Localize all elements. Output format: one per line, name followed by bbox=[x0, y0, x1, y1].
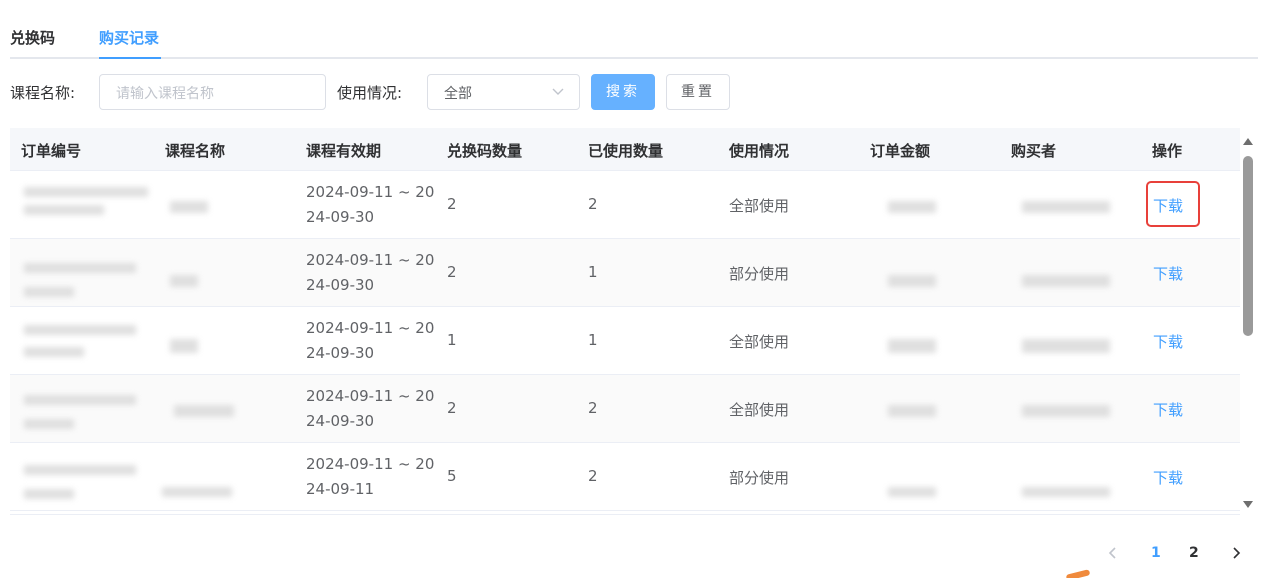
code-count: 1 bbox=[447, 331, 457, 349]
redacted-order-id bbox=[24, 205, 104, 215]
redacted-buyer bbox=[1022, 487, 1110, 497]
table-scrollbar[interactable] bbox=[1240, 128, 1258, 515]
redacted-amount bbox=[888, 339, 936, 353]
course-name-input[interactable]: 请输入课程名称 bbox=[99, 74, 326, 110]
scrollbar-thumb[interactable] bbox=[1243, 156, 1253, 336]
reset-button[interactable]: 重置 bbox=[666, 74, 730, 110]
scroll-down-icon[interactable] bbox=[1243, 501, 1253, 508]
column-header: 课程有效期 bbox=[306, 142, 382, 160]
tab-bar: 兑换码 购买记录 bbox=[10, 0, 1258, 59]
download-link[interactable]: 下载 bbox=[1153, 263, 1183, 284]
validity-period: 2024-09-11 ~ 20 24-09-30 bbox=[306, 251, 435, 294]
pagination: 1 2 bbox=[1100, 543, 1250, 565]
validity-period: 2024-09-11 ~ 20 24-09-30 bbox=[306, 183, 435, 226]
validity-period: 2024-09-11 ~ 20 24-09-11 bbox=[306, 455, 435, 498]
redacted-course-name bbox=[162, 487, 232, 497]
redacted-course-name bbox=[170, 339, 198, 353]
column-header: 已使用数量 bbox=[588, 142, 664, 160]
tab-redeem-codes[interactable]: 兑换码 bbox=[10, 27, 55, 48]
active-tab-indicator bbox=[99, 57, 161, 59]
column-header: 使用情况 bbox=[729, 142, 790, 160]
code-count: 2 bbox=[447, 399, 457, 417]
redacted-order-id bbox=[24, 395, 136, 405]
decorative-mark bbox=[1065, 569, 1091, 578]
code-count: 5 bbox=[447, 467, 457, 485]
prev-page-icon[interactable] bbox=[1105, 545, 1121, 561]
next-page-icon[interactable] bbox=[1228, 545, 1244, 561]
usage-status: 全部使用 bbox=[729, 333, 790, 351]
redacted-order-id bbox=[24, 465, 136, 475]
redacted-order-id bbox=[24, 419, 74, 429]
column-header: 操作 bbox=[1152, 142, 1183, 160]
page-1[interactable]: 1 bbox=[1151, 543, 1161, 563]
table-header: 订单编号 课程名称 课程有效期 兑换码数量 已使用数量 使用情况 订单金额 购买… bbox=[10, 128, 1240, 171]
used-count: 2 bbox=[588, 399, 598, 417]
redacted-course-name bbox=[170, 275, 198, 287]
redacted-order-id bbox=[24, 347, 84, 357]
download-link[interactable]: 下载 bbox=[1153, 331, 1183, 352]
usage-select[interactable]: 全部 bbox=[427, 74, 580, 110]
redacted-order-id bbox=[24, 325, 136, 335]
table-row: 2024-09-11 ~ 20 24-09-30 1 1 全部使用 下载 bbox=[10, 307, 1240, 375]
used-count: 2 bbox=[588, 467, 598, 485]
redacted-amount bbox=[888, 405, 936, 417]
redacted-buyer bbox=[1022, 339, 1110, 353]
redacted-course-name bbox=[170, 201, 208, 213]
redacted-buyer bbox=[1022, 275, 1110, 287]
redacted-amount bbox=[888, 487, 936, 497]
usage-label: 使用情况: bbox=[337, 84, 403, 102]
scroll-up-icon[interactable] bbox=[1243, 138, 1253, 145]
redacted-amount bbox=[888, 201, 936, 213]
redacted-buyer bbox=[1022, 405, 1110, 417]
column-header: 课程名称 bbox=[165, 142, 226, 160]
table-row: 2024-09-11 ~ 20 24-09-30 2 2 全部使用 下载 bbox=[10, 375, 1240, 443]
column-header: 订单编号 bbox=[21, 142, 82, 160]
search-button[interactable]: 搜索 bbox=[591, 74, 655, 110]
purchase-records-table: 订单编号 课程名称 课程有效期 兑换码数量 已使用数量 使用情况 订单金额 购买… bbox=[10, 128, 1240, 515]
code-count: 2 bbox=[447, 195, 457, 213]
used-count: 1 bbox=[588, 331, 598, 349]
redacted-course-name bbox=[174, 405, 234, 417]
page-2[interactable]: 2 bbox=[1189, 543, 1199, 563]
usage-status: 全部使用 bbox=[729, 401, 790, 419]
table-row: 2024-09-11 ~ 20 24-09-30 2 1 部分使用 下载 bbox=[10, 239, 1240, 307]
chevron-down-icon bbox=[552, 88, 564, 95]
usage-status: 部分使用 bbox=[729, 469, 790, 487]
table-row: 2024-09-11 ~ 20 24-09-11 5 2 部分使用 下载 bbox=[10, 443, 1240, 511]
download-link[interactable]: 下载 bbox=[1153, 399, 1183, 420]
redacted-order-id bbox=[24, 187, 148, 197]
validity-period: 2024-09-11 ~ 20 24-09-30 bbox=[306, 387, 435, 430]
redacted-order-id bbox=[24, 287, 74, 297]
course-name-label: 课程名称: bbox=[10, 84, 76, 102]
usage-status: 部分使用 bbox=[729, 265, 790, 283]
column-header: 兑换码数量 bbox=[447, 142, 523, 160]
redacted-order-id bbox=[24, 489, 74, 499]
column-header: 订单金额 bbox=[870, 142, 931, 160]
redacted-order-id bbox=[24, 263, 136, 273]
column-header: 购买者 bbox=[1011, 142, 1057, 160]
validity-period: 2024-09-11 ~ 20 24-09-30 bbox=[306, 319, 435, 362]
download-link[interactable]: 下载 bbox=[1153, 467, 1183, 488]
usage-status: 全部使用 bbox=[729, 197, 790, 215]
code-count: 2 bbox=[447, 263, 457, 281]
redacted-buyer bbox=[1022, 201, 1110, 213]
usage-select-value: 全部 bbox=[444, 86, 472, 102]
used-count: 1 bbox=[588, 263, 598, 281]
table-row: 2024-09-11 ~ 20 24-09-30 2 2 全部使用 下载 bbox=[10, 171, 1240, 239]
used-count: 2 bbox=[588, 195, 598, 213]
course-name-placeholder: 请输入课程名称 bbox=[116, 86, 214, 102]
redacted-amount bbox=[888, 275, 936, 287]
download-link[interactable]: 下载 bbox=[1153, 195, 1183, 216]
tab-purchase-records[interactable]: 购买记录 bbox=[99, 27, 159, 48]
